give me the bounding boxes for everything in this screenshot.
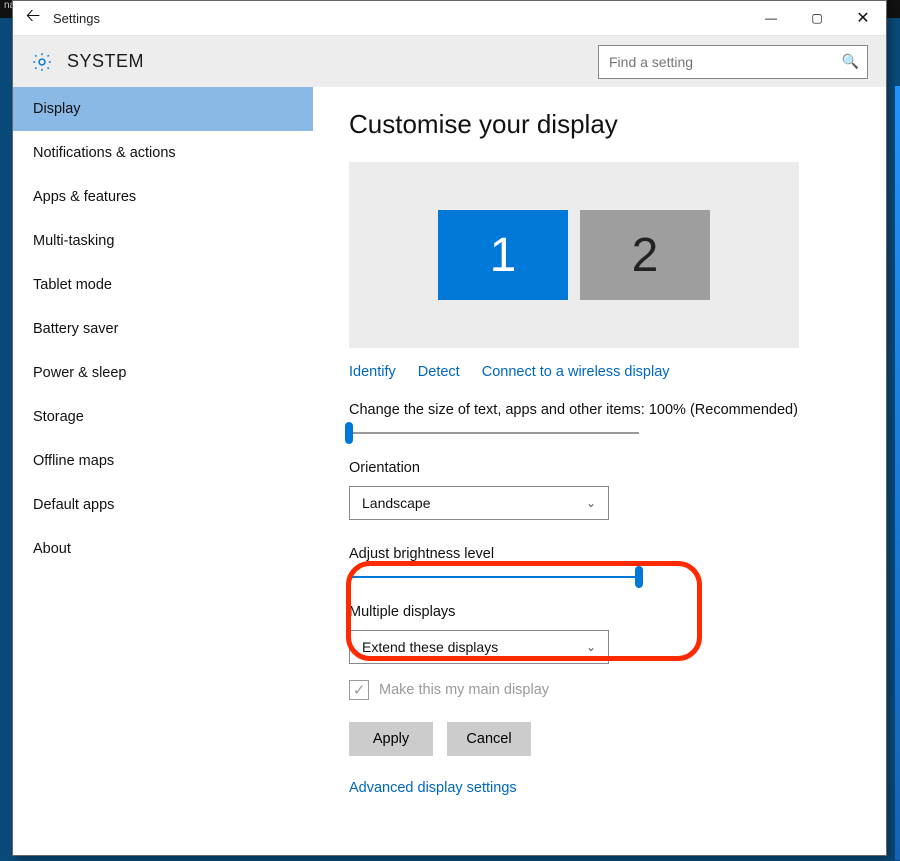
search-input[interactable]	[607, 53, 842, 71]
sidebar-item-multitasking[interactable]: Multi-tasking	[13, 219, 313, 263]
sidebar-item-battery-saver[interactable]: Battery saver	[13, 307, 313, 351]
scale-label: Change the size of text, apps and other …	[349, 402, 858, 418]
slider-thumb-icon[interactable]	[345, 422, 353, 444]
maximize-icon: ▢	[811, 11, 822, 25]
connect-wireless-link[interactable]: Connect to a wireless display	[482, 364, 670, 380]
sidebar-item-default-apps[interactable]: Default apps	[13, 483, 313, 527]
slider-thumb-icon[interactable]	[635, 566, 643, 588]
gear-icon	[31, 51, 53, 73]
multiple-displays-value: Extend these displays	[362, 639, 498, 655]
sidebar-item-label: Multi-tasking	[33, 233, 114, 249]
sidebar-item-display[interactable]: Display	[13, 87, 313, 131]
sidebar-item-label: About	[33, 541, 71, 557]
display-arrangement[interactable]: 1 2	[349, 162, 799, 348]
background-edge	[895, 86, 900, 860]
orientation-dropdown[interactable]: Landscape ⌄	[349, 486, 609, 520]
sidebar-item-tablet-mode[interactable]: Tablet mode	[13, 263, 313, 307]
sidebar-item-about[interactable]: About	[13, 527, 313, 571]
multiple-displays-dropdown[interactable]: Extend these displays ⌄	[349, 630, 609, 664]
display-links: Identify Detect Connect to a wireless di…	[349, 364, 858, 380]
page-title: Customise your display	[349, 109, 858, 140]
back-arrow-icon: 🡠	[26, 3, 41, 33]
main-display-checkbox-label: Make this my main display	[379, 682, 549, 698]
window-titlebar: 🡠 Settings — ▢ ✕	[13, 1, 886, 35]
chevron-down-icon: ⌄	[586, 496, 596, 510]
multiple-displays-label: Multiple displays	[349, 604, 858, 620]
minimize-button[interactable]: —	[748, 1, 794, 35]
sidebar-item-label: Offline maps	[33, 453, 114, 469]
sidebar-item-offline-maps[interactable]: Offline maps	[13, 439, 313, 483]
main-display-checkbox-row: ✓ Make this my main display	[349, 680, 858, 700]
search-box[interactable]: 🔍	[598, 45, 868, 79]
sidebar-item-label: Battery saver	[33, 321, 118, 337]
sidebar-item-label: Default apps	[33, 497, 114, 513]
orientation-value: Landscape	[362, 495, 431, 511]
orientation-label: Orientation	[349, 460, 858, 476]
brightness-slider[interactable]	[349, 576, 639, 578]
sidebar-item-label: Notifications & actions	[33, 145, 176, 161]
detect-link[interactable]: Detect	[418, 364, 460, 380]
window-body: Display Notifications & actions Apps & f…	[13, 87, 886, 855]
sidebar-item-label: Tablet mode	[33, 277, 112, 293]
chevron-down-icon: ⌄	[586, 640, 596, 654]
brightness-label: Adjust brightness level	[349, 546, 858, 562]
identify-link[interactable]: Identify	[349, 364, 396, 380]
scale-slider[interactable]	[349, 432, 639, 434]
sidebar-item-apps-features[interactable]: Apps & features	[13, 175, 313, 219]
sidebar-item-label: Apps & features	[33, 189, 136, 205]
back-button[interactable]: 🡠	[13, 1, 53, 35]
sidebar-item-label: Power & sleep	[33, 365, 127, 381]
monitor-1[interactable]: 1	[438, 210, 568, 300]
settings-window: 🡠 Settings — ▢ ✕ SYSTEM 🔍 Display Notifi…	[12, 0, 887, 856]
minimize-icon: —	[765, 11, 777, 25]
cancel-button[interactable]: Cancel	[447, 722, 531, 756]
button-row: Apply Cancel	[349, 722, 858, 756]
sidebar-item-label: Display	[33, 101, 81, 117]
close-icon: ✕	[856, 8, 869, 28]
search-icon: 🔍	[842, 53, 859, 70]
maximize-button[interactable]: ▢	[794, 1, 840, 35]
sidebar-item-power-sleep[interactable]: Power & sleep	[13, 351, 313, 395]
apply-button[interactable]: Apply	[349, 722, 433, 756]
sidebar: Display Notifications & actions Apps & f…	[13, 87, 313, 855]
main-display-checkbox: ✓	[349, 680, 369, 700]
sidebar-item-storage[interactable]: Storage	[13, 395, 313, 439]
content-pane: Customise your display 1 2 Identify Dete…	[313, 87, 886, 855]
section-title: SYSTEM	[67, 51, 144, 72]
sidebar-item-label: Storage	[33, 409, 84, 425]
advanced-display-settings-link[interactable]: Advanced display settings	[349, 780, 517, 796]
section-header: SYSTEM 🔍	[13, 35, 886, 87]
window-title: Settings	[53, 11, 100, 26]
sidebar-item-notifications[interactable]: Notifications & actions	[13, 131, 313, 175]
monitor-2[interactable]: 2	[580, 210, 710, 300]
close-button[interactable]: ✕	[840, 1, 886, 35]
